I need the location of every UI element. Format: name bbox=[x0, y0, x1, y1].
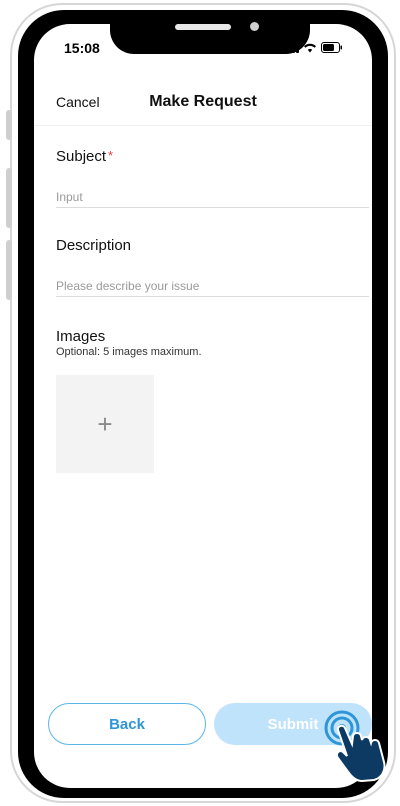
nav-bar: Make Request Cancel bbox=[34, 84, 372, 126]
speaker-grille bbox=[175, 24, 231, 30]
notch bbox=[110, 14, 310, 54]
volume-down-button bbox=[6, 240, 12, 300]
volume-up-button bbox=[6, 168, 12, 228]
add-image-button[interactable]: + bbox=[56, 375, 154, 473]
back-button[interactable]: Back bbox=[48, 703, 206, 745]
subject-label-text: Subject bbox=[56, 148, 107, 165]
images-hint: Optional: 5 images maximum. bbox=[56, 346, 202, 358]
app-screen: 15:08 Make Request Cancel Subject* Descr… bbox=[34, 24, 372, 788]
subject-input[interactable] bbox=[56, 186, 369, 208]
front-camera bbox=[250, 22, 259, 31]
images-label: Images bbox=[56, 328, 106, 345]
battery-icon bbox=[321, 42, 343, 53]
subject-label: Subject * bbox=[56, 148, 113, 165]
description-input[interactable] bbox=[56, 275, 369, 297]
description-label: Description bbox=[56, 237, 132, 254]
tap-hand-icon bbox=[324, 710, 386, 782]
mute-switch bbox=[6, 110, 12, 140]
required-mark: * bbox=[108, 148, 114, 163]
plus-icon: + bbox=[97, 409, 113, 439]
cancel-button[interactable]: Cancel bbox=[56, 94, 100, 110]
status-time: 15:08 bbox=[64, 40, 100, 56]
